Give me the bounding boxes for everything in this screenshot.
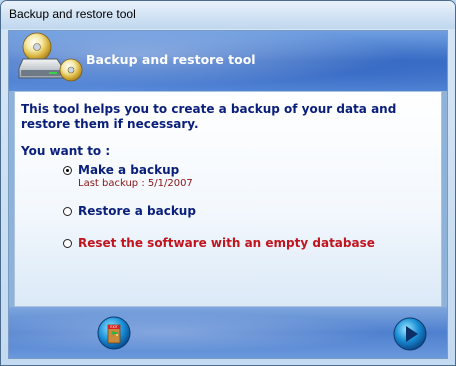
prompt-label: You want to :: [21, 144, 111, 158]
dialog-frame: Backup and restore tool This tool helps …: [8, 30, 448, 359]
backup-disc-icon: [18, 32, 83, 82]
title-bar[interactable]: Backup and restore tool: [1, 1, 455, 29]
reset-database-label[interactable]: Reset the software with an empty databas…: [78, 236, 375, 250]
footer-bar: EXIT: [9, 307, 447, 358]
svg-text:EXIT: EXIT: [110, 325, 118, 329]
exit-door-icon: EXIT: [97, 316, 131, 350]
intro-text: This tool helps you to create a backup o…: [21, 102, 397, 131]
window-title: Backup and restore tool: [9, 7, 136, 21]
option-restore-backup[interactable]: Restore a backup: [63, 204, 196, 218]
next-arrow-icon: [393, 317, 427, 351]
reset-database-radio[interactable]: [63, 238, 72, 248]
option-reset-database[interactable]: Reset the software with an empty databas…: [63, 236, 375, 250]
make-backup-label[interactable]: Make a backup: [78, 163, 179, 177]
option-make-backup[interactable]: Make a backup: [63, 163, 179, 177]
restore-backup-radio[interactable]: [63, 206, 72, 216]
banner-title: Backup and restore tool: [86, 52, 256, 67]
restore-backup-label[interactable]: Restore a backup: [78, 204, 196, 218]
content-panel: This tool helps you to create a backup o…: [14, 91, 442, 307]
make-backup-radio[interactable]: [63, 165, 72, 175]
next-button[interactable]: [393, 317, 427, 351]
last-backup-text: Last backup : 5/1/2007: [78, 178, 193, 189]
backup-restore-window: Backup and restore tool Backup and resto…: [0, 0, 456, 366]
exit-button[interactable]: EXIT: [97, 316, 131, 350]
header-banner: Backup and restore tool: [9, 31, 447, 91]
